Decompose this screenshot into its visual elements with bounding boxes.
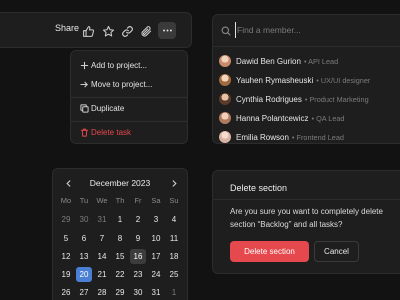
member-search-input[interactable] [235, 22, 395, 38]
calendar-day[interactable]: 31 [94, 212, 110, 227]
calendar-day[interactable]: 25 [166, 267, 182, 282]
trash-icon [79, 127, 89, 137]
calendar-month-title: December 2023 [89, 178, 151, 188]
calendar-day[interactable]: 2 [130, 212, 146, 227]
thumbs-up-icon[interactable] [80, 23, 96, 39]
weekday-label: Mo [60, 196, 72, 205]
avatar [219, 74, 231, 86]
member-role: • UX/UI designer [314, 75, 371, 85]
menu-item-duplicate[interactable]: Duplicate [71, 99, 187, 117]
delete-section-dialog: Delete section Are you sure you want to … [212, 170, 400, 274]
member-name: Cynthia Rodrigues [236, 94, 302, 104]
arrow-right-icon [79, 79, 89, 89]
calendar-day[interactable]: 17 [148, 249, 164, 264]
calendar-day[interactable]: 26 [58, 285, 74, 300]
menu-divider [71, 121, 187, 122]
more-button[interactable] [158, 22, 176, 39]
member-name: Dawid Ben Gurion [236, 56, 301, 66]
calendar-day[interactable]: 15 [112, 249, 128, 264]
star-icon[interactable] [100, 23, 116, 39]
weekday-label: We [96, 196, 108, 205]
calendar-day[interactable]: 30 [130, 285, 146, 300]
menu-item-label: Move to project... [91, 79, 153, 89]
member-item[interactable]: Dawid Ben Gurion • API Lead [219, 52, 400, 70]
calendar-day[interactable]: 31 [148, 285, 164, 300]
calendar-day[interactable]: 24 [148, 267, 164, 282]
calendar-day[interactable]: 29 [58, 212, 74, 227]
copy-icon [79, 103, 89, 113]
calendar-day[interactable]: 16 [130, 249, 146, 264]
avatar [219, 55, 231, 67]
more-icon [162, 29, 172, 32]
member-name: Yauhen Rymasheuski [236, 75, 314, 85]
dialog-message: Are you sure you want to completely dele… [230, 207, 383, 229]
calendar-day[interactable]: 19 [58, 267, 74, 282]
plus-icon [79, 60, 89, 70]
calendar-day[interactable]: 1 [112, 212, 128, 227]
member-picker: Dawid Ben Gurion • API Lead Yauhen Rymas… [212, 14, 400, 144]
member-item[interactable]: Hanna Polantcewicz • QA Lead [219, 109, 400, 127]
calendar-day[interactable]: 8 [112, 231, 128, 246]
divider [213, 199, 400, 200]
member-role: • Product Marketing [302, 94, 369, 104]
calendar-day[interactable]: 21 [94, 267, 110, 282]
divider [213, 46, 400, 47]
next-month-button[interactable] [169, 178, 179, 188]
calendar-day[interactable]: 27 [76, 285, 92, 300]
cancel-button[interactable]: Cancel [314, 241, 359, 262]
member-role: • API Lead [301, 56, 339, 66]
calendar-day[interactable]: 22 [112, 267, 128, 282]
calendar-day[interactable]: 3 [148, 212, 164, 227]
avatar [219, 131, 231, 143]
weekday-label: Sa [151, 196, 161, 205]
chevron-right-icon [172, 179, 177, 187]
calendar-day[interactable]: 5 [58, 231, 74, 246]
menu-item-delete-task[interactable]: Delete task [71, 123, 187, 141]
calendar-day[interactable]: 4 [166, 212, 182, 227]
date-picker: December 2023 Mo Tu We Th Fr Sa Su 29 30 31 1 2 3 4 5 6… [52, 168, 188, 300]
task-context-menu: Add to project... Move to project... Dup… [70, 50, 188, 144]
member-item[interactable]: Yauhen Rymasheuski • UX/UI designer [219, 71, 400, 89]
weekday-label: Fr [134, 196, 142, 205]
menu-item-add-to-project[interactable]: Add to project... [71, 56, 187, 74]
member-item[interactable]: Emilia Rowson • Frontend Lead [219, 128, 400, 146]
calendar-day[interactable]: 29 [112, 285, 128, 300]
avatar [219, 93, 231, 105]
task-toolbar: Share [0, 12, 192, 48]
member-name: Emilia Rowson [236, 132, 289, 142]
calendar-day[interactable]: 7 [94, 231, 110, 246]
calendar-day[interactable]: 10 [148, 231, 164, 246]
delete-section-button[interactable]: Delete section [230, 241, 309, 262]
member-item[interactable]: Cynthia Rodrigues • Product Marketing [219, 90, 400, 108]
calendar-day[interactable]: 9 [130, 231, 146, 246]
member-name: Hanna Polantcewicz [236, 113, 309, 123]
menu-item-label: Add to project... [91, 60, 148, 70]
menu-item-label: Delete task [91, 127, 132, 137]
calendar-day[interactable]: 14 [94, 249, 110, 264]
link-icon[interactable] [119, 23, 135, 39]
avatar [219, 112, 231, 124]
calendar-day[interactable]: 12 [58, 249, 74, 264]
paperclip-icon[interactable] [138, 23, 154, 39]
dialog-title: Delete section [230, 183, 288, 193]
menu-item-label: Duplicate [91, 103, 125, 113]
menu-divider [71, 97, 187, 98]
member-role: • Frontend Lead [289, 132, 344, 142]
weekday-label: Th [115, 196, 125, 205]
calendar-day[interactable]: 28 [94, 285, 110, 300]
member-role: • QA Lead [309, 113, 345, 123]
calendar-day[interactable]: 6 [76, 231, 92, 246]
calendar-day[interactable]: 20 [76, 267, 92, 282]
weekday-label: Su [169, 196, 179, 205]
calendar-day[interactable]: 23 [130, 267, 146, 282]
calendar-day[interactable]: 1 [166, 285, 182, 300]
share-button[interactable]: Share [55, 23, 79, 33]
calendar-day[interactable]: 11 [166, 231, 182, 246]
calendar-day[interactable]: 18 [166, 249, 182, 264]
calendar-day[interactable]: 30 [76, 212, 92, 227]
search-icon [221, 26, 231, 36]
menu-item-move-to-project[interactable]: Move to project... [71, 75, 187, 93]
calendar-day[interactable]: 13 [76, 249, 92, 264]
weekday-label: Tu [79, 196, 89, 205]
